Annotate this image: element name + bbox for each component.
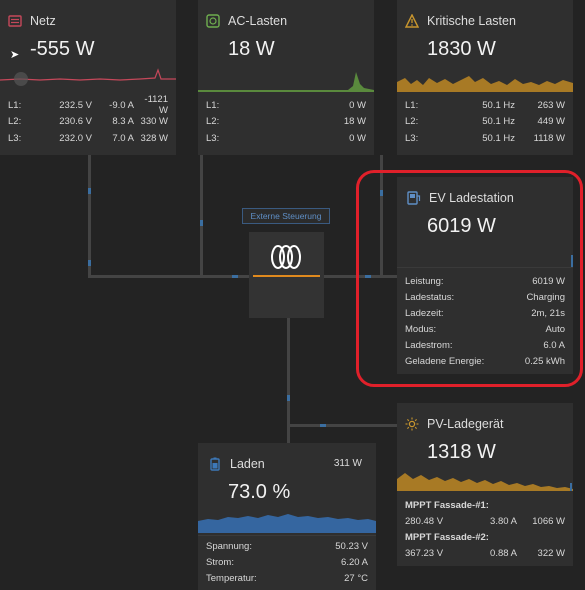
grid-power: -555 W <box>30 38 95 60</box>
flow-dot <box>320 424 326 427</box>
grid-title: Netz <box>30 14 56 28</box>
flow-dot <box>232 275 238 278</box>
battery-separator <box>198 535 376 536</box>
ev-highlight-outline <box>356 170 583 387</box>
battery-card[interactable]: Laden 311 W 73.0 % Spannung: 50.23 V Stro… <box>198 443 376 590</box>
ac-loads-title: AC-Lasten <box>228 14 288 28</box>
ac-loads-icon <box>206 14 220 28</box>
grid-card-header: Netz <box>8 14 56 28</box>
battery-sparkline <box>198 514 376 533</box>
flow-dot <box>88 188 91 194</box>
ac-row-l3: L3: 0 W <box>206 132 366 144</box>
ac-row-l2: L2: 18 W <box>206 116 366 128</box>
grid-card[interactable]: Netz -555 W ➤ L1: 232.5 V -9.0 A -1121 W L2… <box>0 0 176 155</box>
warning-icon <box>405 14 419 28</box>
pv-sparkline <box>397 473 573 491</box>
ac-row-l1: L1: 0 W <box>206 99 366 111</box>
critical-loads-sparkline <box>397 76 573 92</box>
critical-row-l2: L2: 50.1 Hz 449 W <box>405 116 565 128</box>
victron-logo-icon <box>271 245 301 269</box>
pv-charger-power: 1318 W <box>427 441 496 463</box>
battery-detail-row: Strom: 6.20 A <box>206 556 368 568</box>
battery-title: Laden <box>230 457 265 471</box>
ac-loads-header: AC-Lasten <box>206 14 287 28</box>
mppt-2-name: MPPT Fassade-#2: <box>405 532 489 543</box>
battery-icon <box>210 457 220 471</box>
battery-detail-row: Temperatur: 27 °C <box>206 572 368 584</box>
ac-loads-card[interactable]: AC-Lasten 18 W L1: 0 W L2: 18 W L3: 0 W <box>198 0 374 155</box>
ac-loads-power: 18 W <box>228 38 275 60</box>
ac-loads-sparkline <box>198 72 374 92</box>
flow-dot <box>200 220 203 226</box>
netz-connector <box>88 155 91 277</box>
flow-dot <box>88 260 91 266</box>
mouse-cursor-icon: ➤ <box>10 49 20 61</box>
external-control-label: Externe Steuerung <box>250 211 322 221</box>
pv-charger-card[interactable]: PV-Ladegerät 1318 W MPPT Fassade-#1: 280… <box>397 403 573 566</box>
critical-loads-power: 1830 W <box>427 38 496 60</box>
mppt-1-values: 280.48 V 3.80 A 1066 W <box>405 515 565 527</box>
critical-loads-title: Kritische Lasten <box>427 14 516 28</box>
external-control-tag[interactable]: Externe Steuerung <box>242 208 330 224</box>
ac-connector <box>200 155 203 277</box>
inverter-status-bar <box>253 275 320 277</box>
pv-charger-title: PV-Ladegerät <box>427 417 504 431</box>
mppt-1-name: MPPT Fassade-#1: <box>405 499 489 511</box>
grid-meter-icon <box>8 15 22 27</box>
critical-loads-card[interactable]: Kritische Lasten 1830 W L1: 50.1 Hz 263 W … <box>397 0 573 155</box>
critical-loads-header: Kritische Lasten <box>405 14 516 28</box>
flow-dot <box>287 395 290 401</box>
pv-connector <box>287 424 397 427</box>
battery-soc: 73.0 % <box>228 481 291 503</box>
grid-row-l3: L3: 232.0 V 7.0 A 328 W <box>8 132 168 144</box>
grid-row-l2: L2: 230.6 V 8.3 A 330 W <box>8 116 168 128</box>
inverter-card[interactable] <box>249 232 324 318</box>
mppt-2-values: 367.23 V 0.88 A 322 W <box>405 548 565 560</box>
pv-charger-header: PV-Ladegerät <box>405 417 503 431</box>
battery-power: 311 W <box>333 458 362 469</box>
sun-icon <box>405 417 419 431</box>
grid-row-l1: L1: 232.5 V -9.0 A -1121 W <box>8 94 168 117</box>
critical-row-l3: L3: 50.1 Hz 1118 W <box>405 132 565 144</box>
critical-row-l1: L1: 50.1 Hz 263 W <box>405 99 565 111</box>
grid-cursor-dot <box>14 72 28 86</box>
battery-detail-row: Spannung: 50.23 V <box>206 540 368 552</box>
